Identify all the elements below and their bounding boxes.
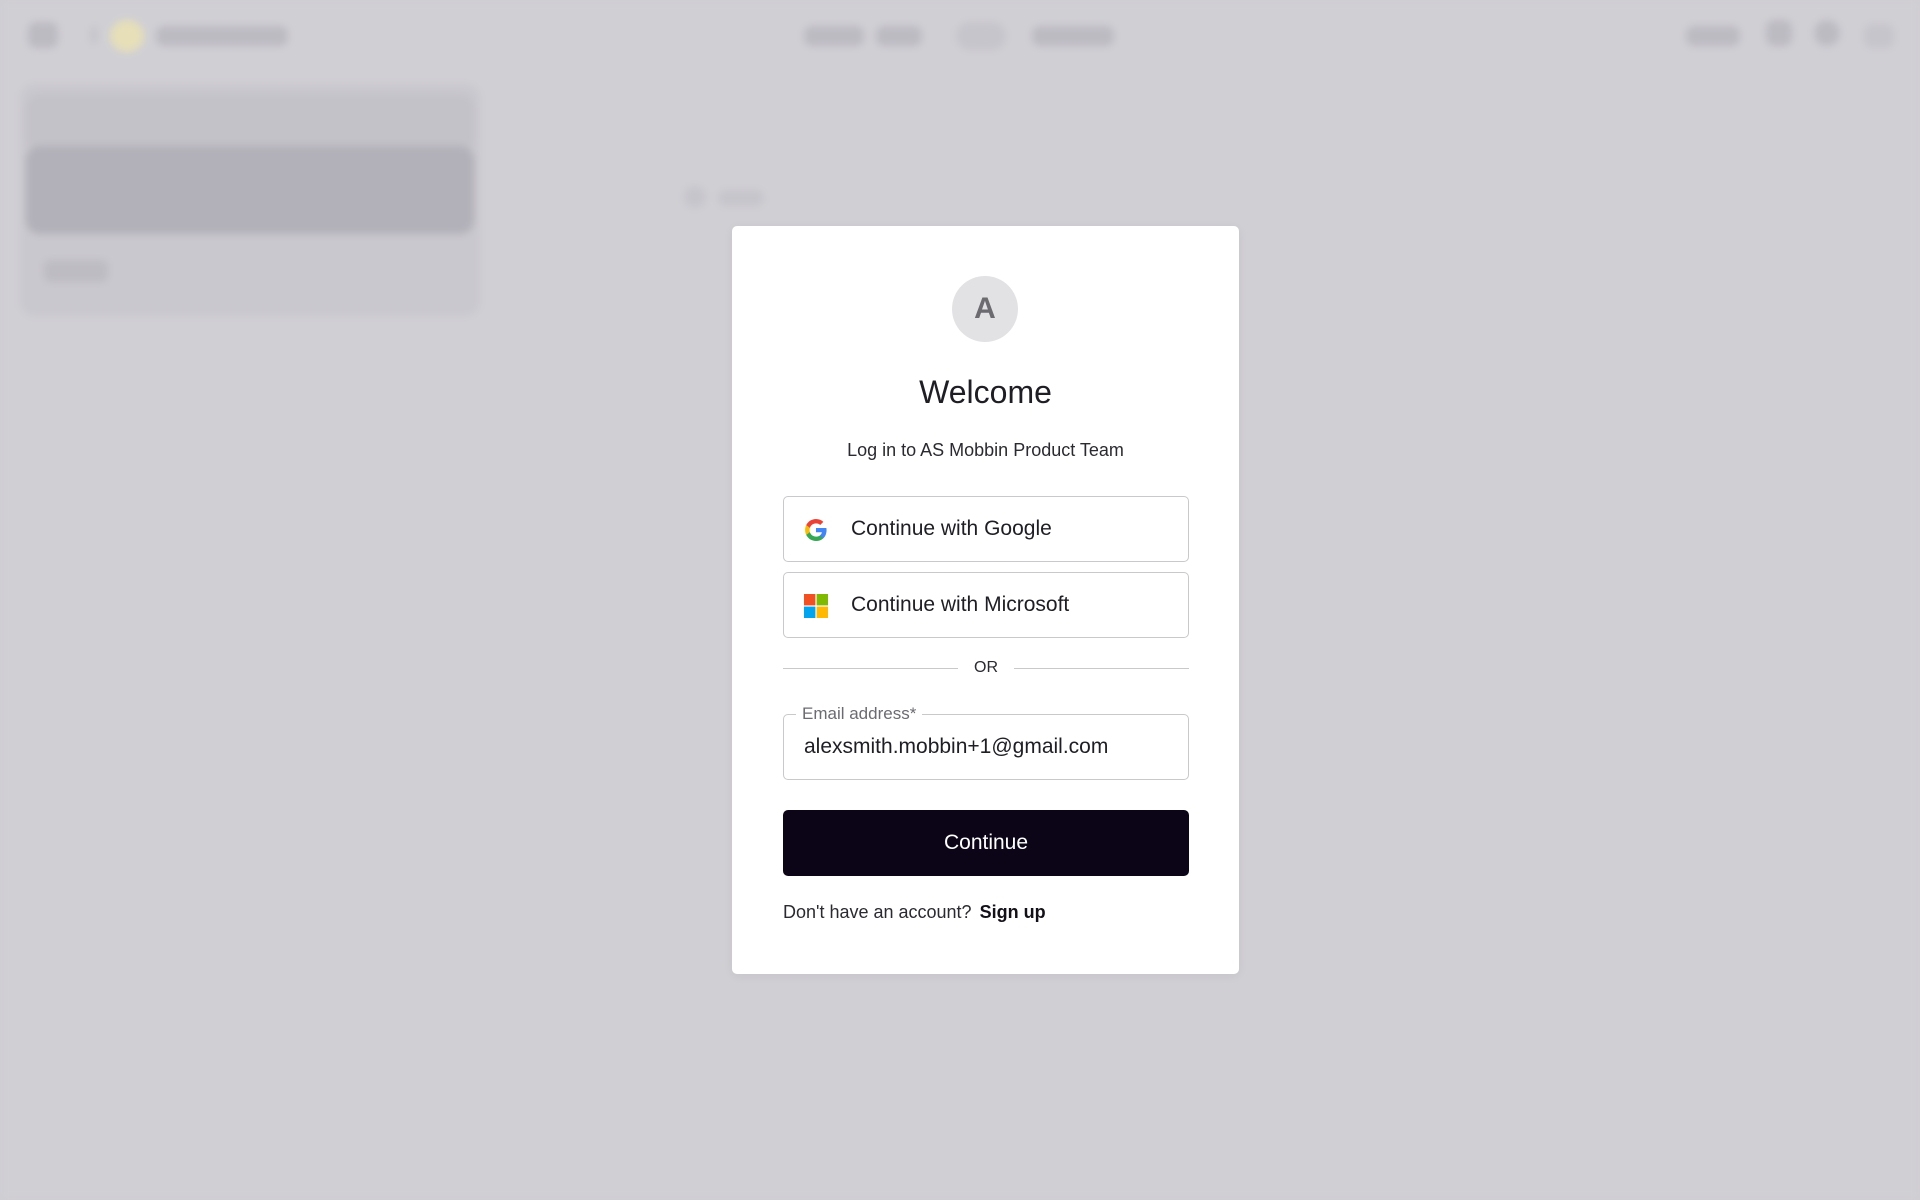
continue-with-microsoft-button[interactable]: Continue with Microsoft (783, 572, 1189, 638)
background-chip (44, 260, 108, 282)
or-divider: OR (783, 658, 1189, 678)
background-workspace-name (156, 26, 288, 46)
background-nav-item (1032, 26, 1114, 46)
google-logo-icon (804, 518, 828, 542)
continue-with-google-button[interactable]: Continue with Google (783, 496, 1189, 562)
background-topbar-action (1686, 26, 1740, 46)
signup-prompt-text: Don't have an account? (783, 902, 972, 922)
background-back-icon (684, 186, 706, 208)
login-dialog: A Welcome Log in to AS Mobbin Product Te… (732, 226, 1239, 974)
dialog-subtitle: Log in to AS Mobbin Product Team (847, 440, 1124, 460)
background-nav-item (804, 26, 864, 46)
email-field[interactable]: Email address* (783, 702, 1189, 780)
background-topbar (0, 0, 1920, 72)
divider-line-right (1014, 668, 1189, 669)
background-topbar-icon (1766, 20, 1792, 46)
background-card (26, 146, 474, 234)
background-sidebar-panel (20, 84, 480, 316)
sign-up-link[interactable]: Sign up (980, 902, 1046, 922)
email-input[interactable] (804, 715, 1174, 779)
signup-prompt: Don't have an account? Sign up (783, 900, 1046, 924)
background-card (26, 94, 474, 152)
background-menu-icon (28, 22, 58, 48)
microsoft-logo-icon (804, 594, 828, 618)
continue-with-microsoft-label: Continue with Microsoft (851, 593, 1070, 616)
background-workspace-logo (110, 20, 144, 52)
continue-button[interactable]: Continue (783, 810, 1189, 876)
background-nav-pill (956, 22, 1006, 50)
divider-text: OR (974, 659, 998, 676)
background-topbar-icon (1864, 24, 1894, 48)
continue-with-google-label: Continue with Google (851, 517, 1052, 540)
background-nav-item (876, 26, 922, 46)
dialog-title: Welcome (919, 374, 1052, 410)
background-separator (90, 26, 98, 44)
background-back-label (718, 190, 764, 206)
organization-avatar: A (952, 276, 1018, 342)
background-topbar-icon (1814, 20, 1840, 46)
divider-line-left (783, 668, 958, 669)
